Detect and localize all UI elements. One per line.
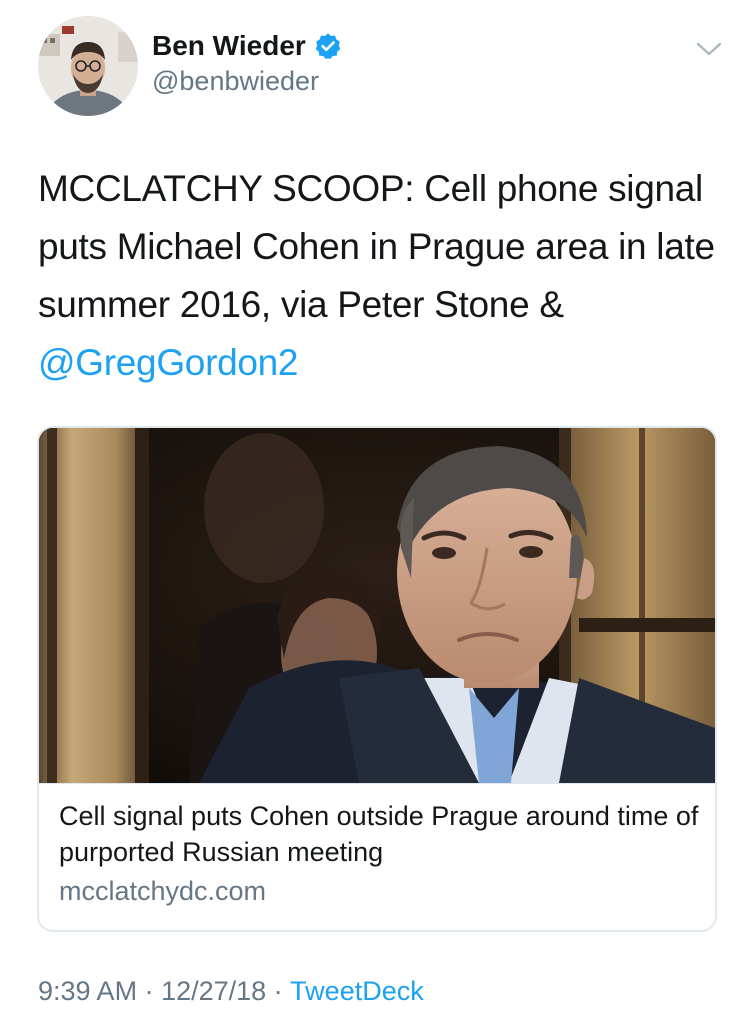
tweet-meta: 9:39 AM · 12/27/18 · TweetDeck: [38, 976, 424, 1007]
avatar[interactable]: [38, 16, 138, 116]
meta-separator: ·: [266, 976, 291, 1006]
tweet-source-link[interactable]: TweetDeck: [290, 976, 424, 1007]
link-card-body: Cell signal puts Cohen outside Prague ar…: [39, 783, 715, 930]
meta-separator: ·: [137, 976, 162, 1006]
verified-badge-icon: [314, 32, 342, 60]
tweet-time[interactable]: 9:39 AM: [38, 976, 137, 1007]
author-handle[interactable]: @benbwieder: [152, 66, 319, 97]
tweet-text: MCCLATCHY SCOOP: Cell phone signal puts …: [38, 160, 728, 392]
link-card-title[interactable]: Cell signal puts Cohen outside Prague ar…: [59, 798, 699, 870]
tweet-text-body: MCCLATCHY SCOOP: Cell phone signal puts …: [38, 168, 715, 325]
link-card-image: [39, 428, 715, 783]
link-card[interactable]: Cell signal puts Cohen outside Prague ar…: [37, 426, 717, 932]
display-name[interactable]: Ben Wieder: [152, 30, 306, 62]
chevron-down-icon[interactable]: [694, 38, 724, 60]
author-name-row[interactable]: Ben Wieder: [152, 28, 342, 64]
tweet: Ben Wieder @benbwieder MCCLATCHY SCOOP: …: [0, 0, 755, 1024]
link-card-domain: mcclatchydc.com: [59, 876, 267, 906]
avatar-photo: [38, 16, 138, 116]
tweet-date[interactable]: 12/27/18: [161, 976, 266, 1007]
mention-link[interactable]: @GregGordon2: [38, 342, 299, 383]
